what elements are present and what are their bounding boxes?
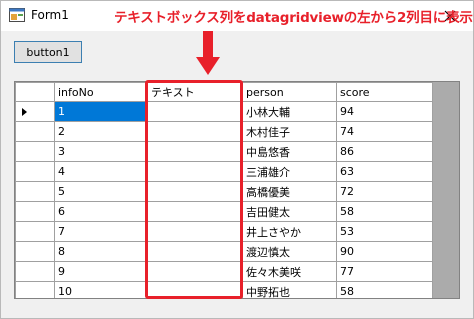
textbox-cell[interactable] [147, 261, 243, 282]
infono-cell[interactable]: 7 [54, 221, 148, 242]
row-header-cell[interactable] [15, 161, 55, 182]
column-header-text[interactable]: テキスト [147, 82, 243, 102]
column-header-person[interactable]: person [242, 82, 337, 102]
person-cell[interactable]: 渡辺慎太 [242, 241, 337, 262]
score-cell[interactable]: 74 [336, 121, 433, 142]
infono-cell[interactable]: 9 [54, 261, 148, 282]
row-header-cell[interactable] [15, 121, 55, 142]
person-cell[interactable]: 中島悠香 [242, 141, 337, 162]
datagridview[interactable]: infoNo テキスト person score 1 小林大輔 94 2 木村佳子 74 3… [14, 81, 460, 299]
button1-label: button1 [26, 45, 70, 59]
table-row[interactable]: 6 吉田健太 58 [15, 201, 433, 222]
person-cell[interactable]: 吉田健太 [242, 201, 337, 222]
textbox-cell[interactable] [147, 181, 243, 202]
textbox-cell[interactable] [147, 201, 243, 222]
person-cell[interactable]: 小林大輔 [242, 101, 337, 122]
person-cell[interactable]: 高橋優美 [242, 181, 337, 202]
top-left-header-cell[interactable] [15, 82, 55, 102]
person-cell[interactable]: 木村佳子 [242, 121, 337, 142]
winforms-app-icon [9, 8, 25, 22]
infono-cell[interactable]: 8 [54, 241, 148, 262]
table-row[interactable]: 3 中島悠香 86 [15, 141, 433, 162]
infono-cell[interactable]: 4 [54, 161, 148, 182]
row-header-cell[interactable] [15, 221, 55, 242]
textbox-cell[interactable] [147, 281, 243, 298]
annotation-caption: テキストボックス列をdatagridviewの左から2列目に表示 [114, 10, 473, 26]
textbox-cell[interactable] [147, 241, 243, 262]
score-cell[interactable]: 90 [336, 241, 433, 262]
table-row[interactable]: 7 井上さやか 53 [15, 221, 433, 242]
textbox-cell[interactable] [147, 101, 243, 122]
infono-cell[interactable]: 6 [54, 201, 148, 222]
infono-cell[interactable]: 3 [54, 141, 148, 162]
table-row[interactable]: 10 中野拓也 58 [15, 281, 433, 298]
column-header-score[interactable]: score [336, 82, 433, 102]
row-header-cell[interactable] [15, 101, 55, 122]
person-cell[interactable]: 中野拓也 [242, 281, 337, 298]
person-cell[interactable]: 井上さやか [242, 221, 337, 242]
textbox-cell[interactable] [147, 141, 243, 162]
button1[interactable]: button1 [14, 41, 82, 63]
person-cell[interactable]: 三浦雄介 [242, 161, 337, 182]
infono-cell[interactable]: 1 [54, 101, 148, 122]
infono-cell[interactable]: 2 [54, 121, 148, 142]
person-cell[interactable]: 佐々木美咲 [242, 261, 337, 282]
form-window: Form1 テキストボックス列をdatagridviewの左から2列目に表示 b… [0, 0, 474, 319]
row-header-cell[interactable] [15, 241, 55, 262]
row-header-cell[interactable] [15, 201, 55, 222]
infono-cell[interactable]: 5 [54, 181, 148, 202]
table-row[interactable]: 1 小林大輔 94 [15, 101, 433, 122]
down-arrow-icon [196, 31, 220, 75]
window-title: Form1 [31, 8, 69, 22]
textbox-cell[interactable] [147, 221, 243, 242]
column-header-row: infoNo テキスト person score [15, 82, 433, 102]
score-cell[interactable]: 63 [336, 161, 433, 182]
table-row[interactable]: 4 三浦雄介 63 [15, 161, 433, 182]
textbox-cell[interactable] [147, 161, 243, 182]
column-header-infono[interactable]: infoNo [54, 82, 148, 102]
textbox-cell[interactable] [147, 121, 243, 142]
table-row[interactable]: 9 佐々木美咲 77 [15, 261, 433, 282]
row-header-cell[interactable] [15, 141, 55, 162]
row-header-cell[interactable] [15, 281, 55, 298]
infono-cell[interactable]: 10 [54, 281, 148, 298]
score-cell[interactable]: 58 [336, 281, 433, 298]
score-cell[interactable]: 72 [336, 181, 433, 202]
row-header-cell[interactable] [15, 261, 55, 282]
row-header-cell[interactable] [15, 181, 55, 202]
datagridview-table: infoNo テキスト person score 1 小林大輔 94 2 木村佳子 74 3… [15, 82, 433, 298]
score-cell[interactable]: 77 [336, 261, 433, 282]
current-row-arrow-icon [22, 108, 27, 116]
score-cell[interactable]: 86 [336, 141, 433, 162]
score-cell[interactable]: 58 [336, 201, 433, 222]
table-row[interactable]: 8 渡辺慎太 90 [15, 241, 433, 262]
table-row[interactable]: 5 高橋優美 72 [15, 181, 433, 202]
score-cell[interactable]: 94 [336, 101, 433, 122]
table-row[interactable]: 2 木村佳子 74 [15, 121, 433, 142]
score-cell[interactable]: 53 [336, 221, 433, 242]
